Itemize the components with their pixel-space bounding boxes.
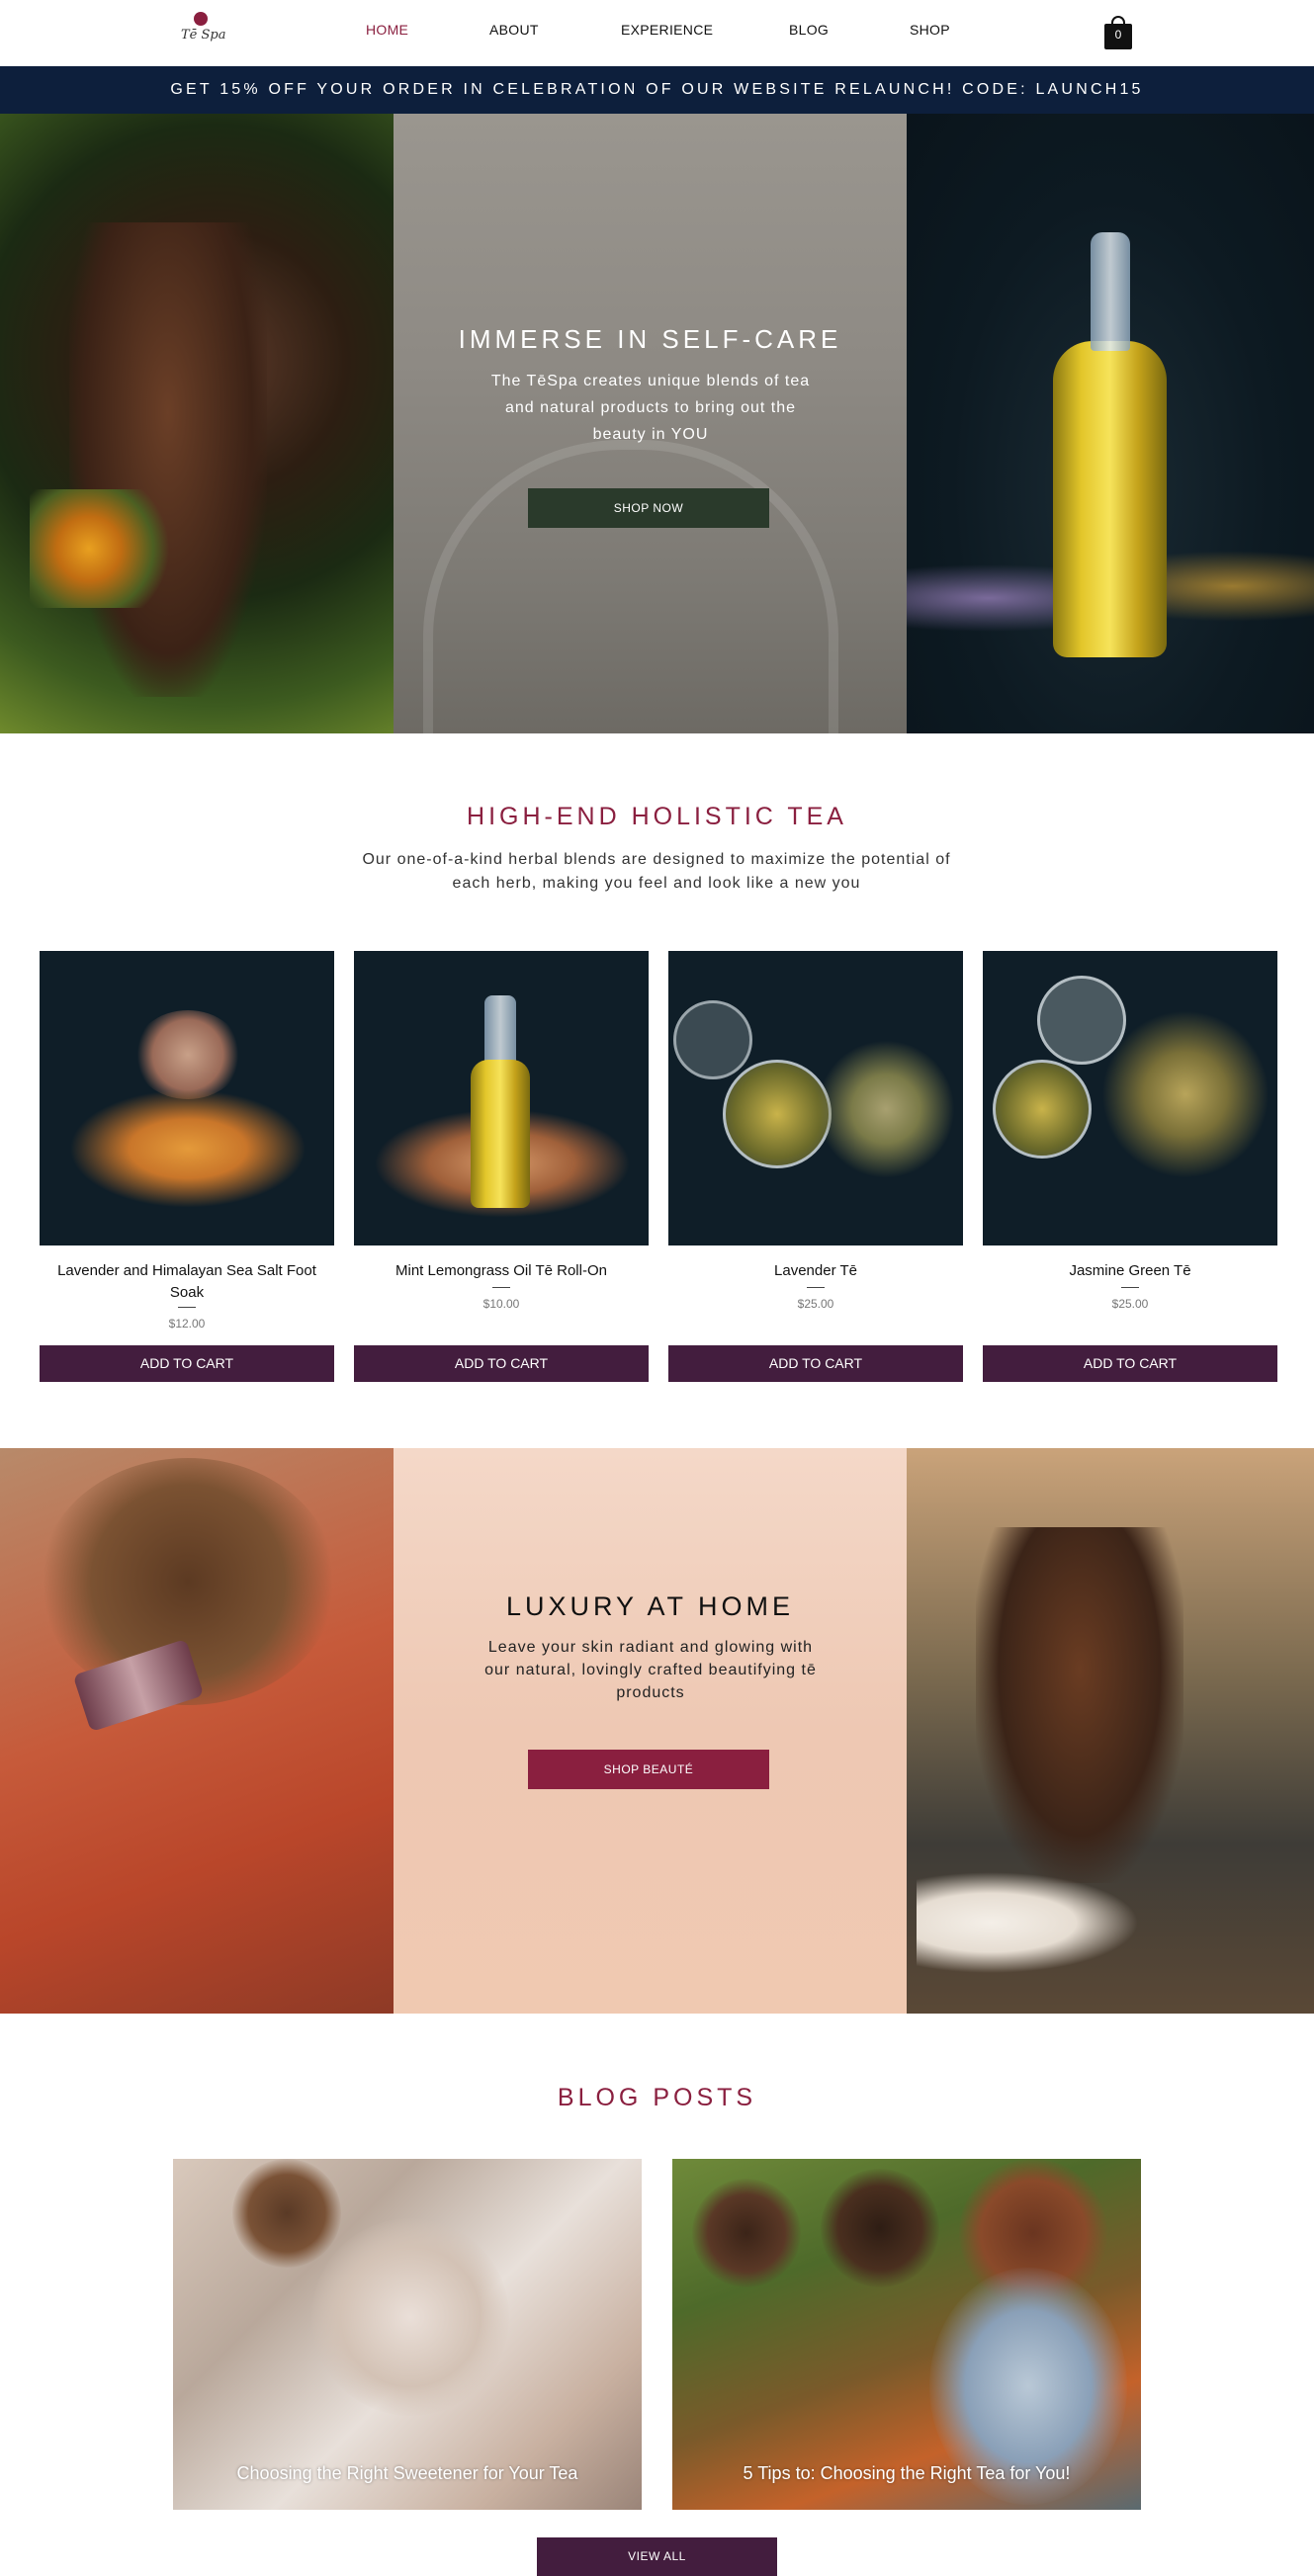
blog-figure (821, 2169, 939, 2287)
loose-tea (1101, 1010, 1270, 1178)
product-image[interactable] (668, 951, 963, 1245)
blog-figure (692, 2179, 801, 2287)
loose-tea (817, 1040, 955, 1178)
product-price: $12.00 (168, 1317, 206, 1331)
nav-item-experience[interactable]: EXPERIENCE (621, 22, 713, 38)
blog-figure (311, 2218, 509, 2416)
product-card: Lavender and Himalayan Sea Salt Foot Soa… (40, 951, 334, 1382)
blog-post-title[interactable]: Choosing the Right Sweetener for Your Te… (173, 2463, 642, 2484)
tea-section-title: HIGH-END HOLISTIC TEA (467, 803, 847, 830)
shop-now-button[interactable]: SHOP NOW (528, 488, 769, 528)
product-card: Jasmine Green Tē $25.00 ADD TO CART (983, 951, 1277, 1382)
divider (492, 1287, 510, 1288)
nav-item-shop[interactable]: SHOP (910, 22, 950, 38)
blog-section-title: BLOG POSTS (557, 2084, 757, 2111)
product-name[interactable]: Lavender Tē (668, 1260, 963, 1282)
site-header: Tē Spa HOME ABOUT EXPERIENCE BLOG SHOP 0 (0, 0, 1314, 66)
blog-figure (232, 2159, 341, 2268)
nav-item-about[interactable]: ABOUT (489, 22, 539, 38)
teapot-shape (917, 1863, 1164, 1982)
blog-post-card[interactable]: 5 Tips to: Choosing the Right Tea for Yo… (672, 2159, 1141, 2510)
divider (807, 1287, 825, 1288)
hero-title: IMMERSE IN SELF-CARE (458, 324, 842, 354)
shop-beaute-button[interactable]: SHOP BEAUTÉ (528, 1750, 769, 1789)
bottle-body (1053, 341, 1167, 657)
logo[interactable]: Tē Spa (178, 10, 226, 55)
herb-pile (133, 1010, 242, 1099)
product-name[interactable]: Jasmine Green Tē (983, 1260, 1277, 1282)
blog-post-card[interactable]: Choosing the Right Sweetener for Your Te… (173, 2159, 642, 2510)
product-image[interactable] (354, 951, 649, 1245)
view-all-button[interactable]: VIEW ALL (537, 2537, 777, 2576)
bottle-neck (1091, 232, 1130, 351)
hero-body: The TēSpa creates unique blends of tea a… (490, 373, 811, 443)
shopping-bag-icon[interactable]: 0 (1104, 16, 1132, 49)
divider (178, 1307, 196, 1308)
cart-count: 0 (1114, 28, 1122, 42)
luxury-section: LUXURY AT HOME Leave your skin radiant a… (0, 1448, 1314, 2014)
product-image[interactable] (40, 951, 334, 1245)
product-price: $25.00 (1111, 1297, 1149, 1311)
product-name[interactable]: Lavender and Himalayan Sea Salt Foot Soa… (40, 1260, 334, 1304)
add-to-cart-button[interactable]: ADD TO CART (983, 1345, 1277, 1382)
luxury-body: Leave your skin radiant and glowing with… (484, 1639, 817, 1701)
logo-text: Tē Spa (181, 28, 226, 43)
main-nav: HOME ABOUT EXPERIENCE BLOG SHOP (326, 22, 979, 42)
orange-petals (69, 1089, 307, 1208)
add-to-cart-button[interactable]: ADD TO CART (40, 1345, 334, 1382)
nav-item-blog[interactable]: BLOG (789, 22, 829, 38)
oil-bottle (1053, 232, 1167, 657)
product-image[interactable] (983, 951, 1277, 1245)
tea-infuser-open (993, 1060, 1092, 1159)
hero-flowers (30, 489, 178, 608)
mini-bottle-body (471, 1060, 530, 1208)
nav-item-home[interactable]: HOME (366, 22, 408, 38)
hero-figure (69, 222, 267, 697)
blog-post-title[interactable]: 5 Tips to: Choosing the Right Tea for Yo… (672, 2463, 1141, 2484)
luxury-image-woman-with-bottle (0, 1448, 394, 2014)
figure-shape (976, 1527, 1183, 1883)
tea-section-subtitle: Our one-of-a-kind herbal blends are desi… (362, 851, 951, 892)
product-price: $10.00 (482, 1297, 520, 1311)
promo-banner: GET 15% OFF YOUR ORDER IN CELEBRATION OF… (0, 66, 1314, 114)
product-name[interactable]: Mint Lemongrass Oil Tē Roll-On (354, 1260, 649, 1282)
luxury-title: LUXURY AT HOME (505, 1591, 795, 1621)
logo-mark-icon (194, 12, 208, 26)
add-to-cart-button[interactable]: ADD TO CART (668, 1345, 963, 1382)
hero-section: IMMERSE IN SELF-CARE The TēSpa creates u… (0, 114, 1314, 736)
luxury-text-panel: LUXURY AT HOME Leave your skin radiant a… (394, 1448, 907, 2014)
product-card: Lavender Tē $25.00 ADD TO CART (668, 951, 963, 1382)
tea-infuser (673, 1000, 752, 1079)
divider (1121, 1287, 1139, 1288)
add-to-cart-button[interactable]: ADD TO CART (354, 1345, 649, 1382)
luxury-image-couple-tea (907, 1448, 1314, 2014)
hero-image-oil-bottle (907, 114, 1314, 733)
tea-infuser-open (723, 1060, 832, 1168)
teacup-shape (423, 440, 838, 736)
hero-image-woman-drinking-tea (0, 114, 394, 733)
mini-bottle-neck (484, 995, 516, 1065)
product-card: Mint Lemongrass Oil Tē Roll-On $10.00 AD… (354, 951, 649, 1382)
product-price: $25.00 (797, 1297, 834, 1311)
